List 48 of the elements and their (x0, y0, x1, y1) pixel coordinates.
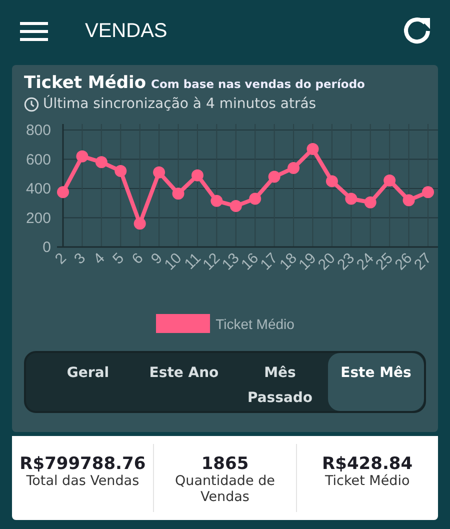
data-point (76, 150, 88, 162)
x-tick-label: 2 (52, 250, 70, 268)
data-point (384, 174, 396, 186)
y-tick-label: 200 (26, 210, 51, 227)
sync-status: Última sincronização à 4 minutos atrás (43, 96, 316, 112)
data-point (230, 200, 242, 212)
menu-icon[interactable] (20, 20, 48, 42)
stat-label: Total das Vendas (25, 474, 140, 490)
data-point (326, 175, 338, 188)
y-tick-label: 0 (42, 239, 51, 256)
card-title: Ticket Médio (24, 73, 146, 93)
data-point (249, 192, 262, 205)
data-point (364, 196, 376, 208)
x-tick-label: 6 (128, 250, 147, 268)
data-point (57, 186, 69, 198)
stat-value: 1865 (201, 454, 249, 474)
stat-label: Ticket Médio (324, 474, 411, 490)
clock-icon (24, 96, 39, 112)
data-point (345, 192, 358, 205)
data-point (134, 218, 146, 230)
data-point (153, 166, 166, 178)
data-point (95, 156, 108, 168)
x-tick-label: 5 (110, 250, 128, 268)
refresh-icon[interactable] (402, 15, 432, 45)
data-point (210, 194, 223, 207)
page-title: VENDAS (85, 20, 168, 42)
data-point (191, 169, 204, 182)
stat-value: R$799788.76 (20, 454, 146, 474)
data-point (114, 164, 127, 177)
stat-value: R$428.84 (322, 454, 413, 474)
data-point (306, 143, 319, 155)
period-tab[interactable]: Geral (40, 353, 136, 411)
card-subtitle: Com base nas vendas do período (151, 77, 365, 91)
x-tick-label: 4 (90, 250, 108, 268)
data-point (268, 170, 280, 183)
data-point (172, 188, 184, 200)
period-tab[interactable]: Este Ano (136, 353, 232, 411)
y-tick-label: 800 (26, 122, 51, 139)
data-point (422, 186, 434, 198)
data-point (402, 194, 415, 206)
legend-label: Ticket Médio (216, 316, 294, 332)
y-tick-label: 600 (26, 151, 51, 168)
x-tick-label: 3 (71, 250, 90, 268)
stat-label: Quantidade de Vendas (174, 474, 276, 506)
period-tab[interactable]: Este Mês (328, 353, 424, 411)
period-tab[interactable]: Mês Passado (232, 353, 328, 411)
data-point (288, 162, 300, 174)
y-tick-label: 400 (26, 180, 51, 198)
